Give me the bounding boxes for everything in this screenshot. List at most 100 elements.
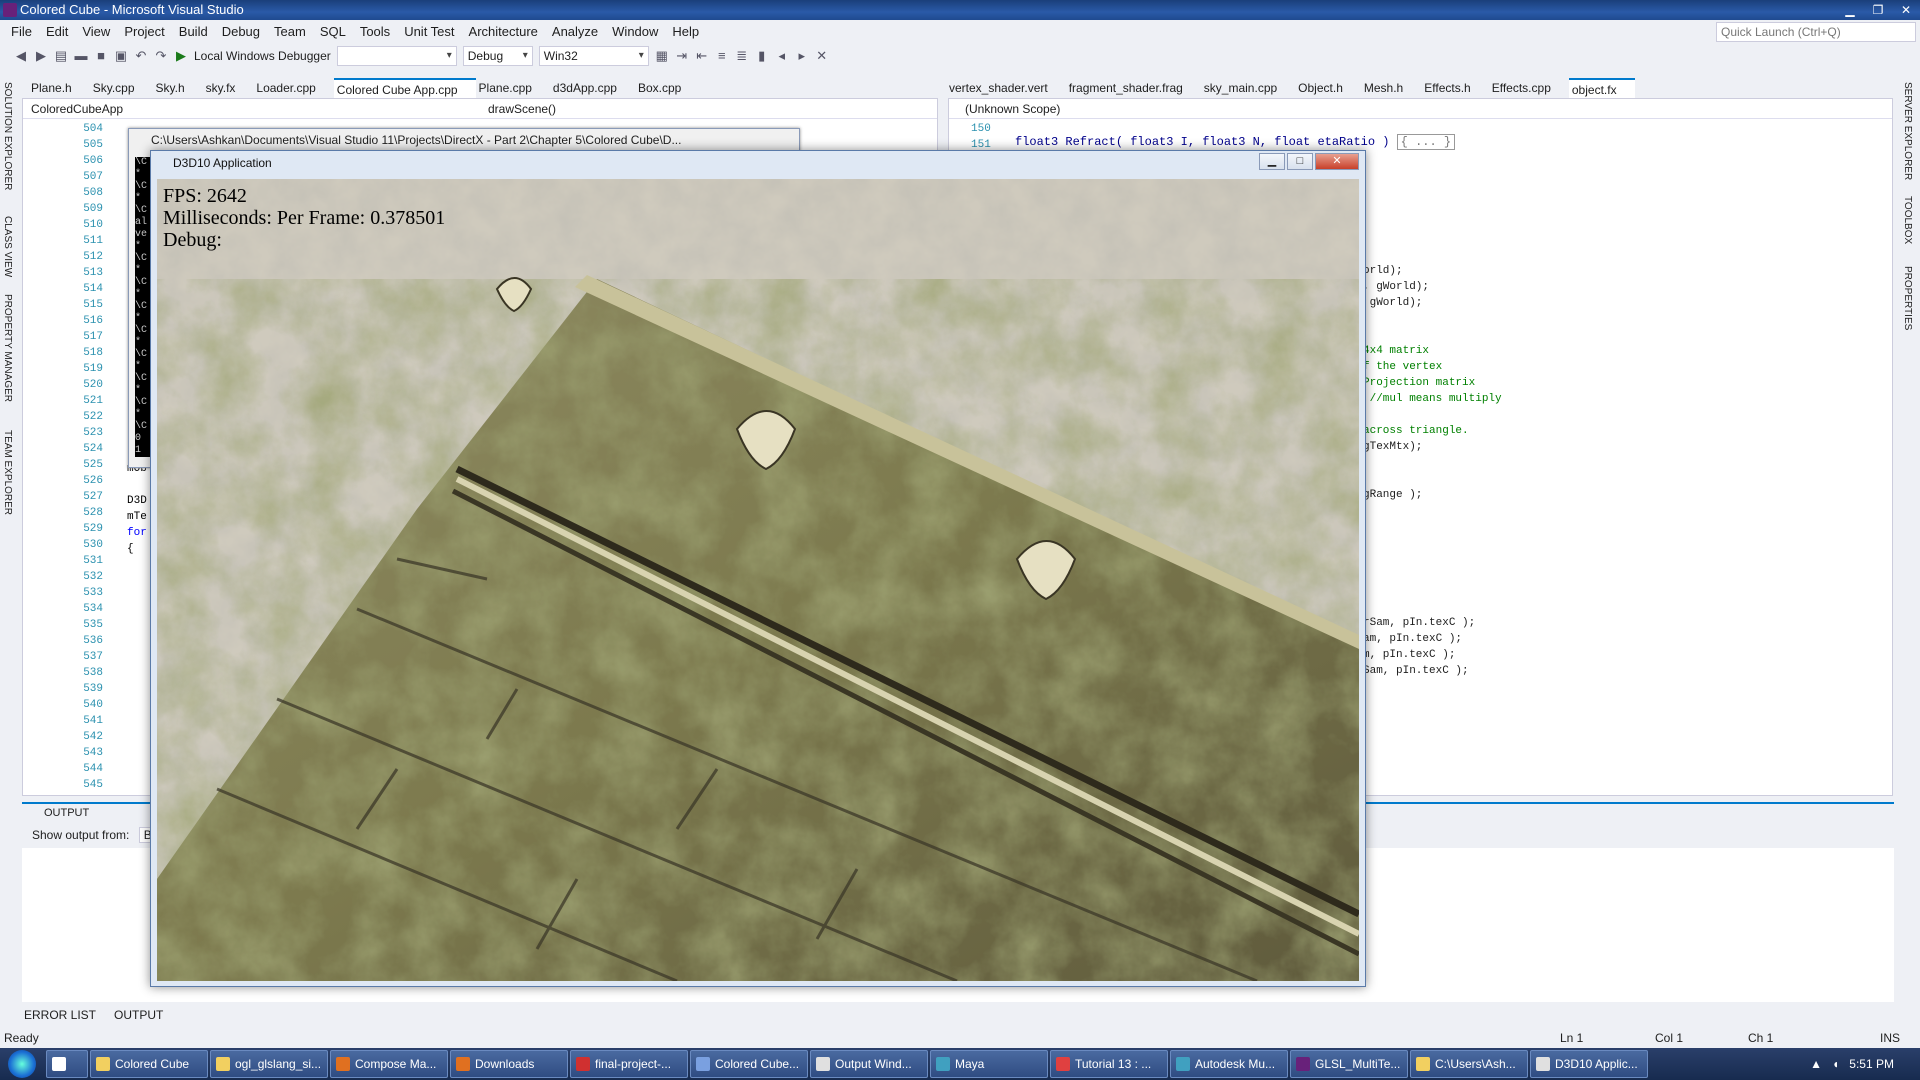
app-icon: [96, 1057, 110, 1071]
taskbar-button[interactable]: Tutorial 13 : ...: [1050, 1050, 1168, 1078]
taskbar-button[interactable]: C:\Users\Ash...: [1410, 1050, 1528, 1078]
tab-plane-cpp[interactable]: Plane.cpp: [476, 78, 550, 98]
menu-tools[interactable]: Tools: [353, 24, 397, 39]
save-all-icon[interactable]: ▣: [114, 49, 128, 63]
status-char: Ch 1: [1748, 1031, 1774, 1045]
taskbar-button[interactable]: Autodesk Mu...: [1170, 1050, 1288, 1078]
taskbar-button[interactable]: D3D10 Applic...: [1530, 1050, 1648, 1078]
volume-icon[interactable]: ◖: [1832, 1057, 1839, 1071]
prev-bookmark-icon[interactable]: ◂: [775, 49, 789, 63]
taskbar-button[interactable]: GLSL_MultiTe...: [1290, 1050, 1408, 1078]
indent-icon[interactable]: ⇥: [675, 49, 689, 63]
back-icon[interactable]: ◀: [14, 49, 28, 63]
d3d-maximize-button[interactable]: □: [1287, 153, 1313, 170]
collapsed-region[interactable]: { ... }: [1396, 134, 1456, 150]
d3d10-application-window[interactable]: D3D10 Application ▁ □ ✕ FPS: 2642 Millis…: [150, 150, 1366, 987]
forward-icon[interactable]: ▶: [34, 49, 48, 63]
clear-bookmarks-icon[interactable]: ✕: [815, 49, 829, 63]
tab-plane-h[interactable]: Plane.h: [28, 78, 90, 98]
tab-d3dapp-cpp[interactable]: d3dApp.cpp: [550, 78, 635, 98]
menu-file[interactable]: File: [4, 24, 39, 39]
team-explorer-tab[interactable]: TEAM EXPLORER: [2, 430, 13, 515]
menu-project[interactable]: Project: [117, 24, 171, 39]
properties-tab[interactable]: PROPERTIES: [1902, 266, 1913, 330]
line-number: 150: [971, 123, 991, 135]
close-button[interactable]: ✕: [1892, 0, 1920, 20]
configuration-combo[interactable]: Debug: [462, 46, 533, 66]
platform-combo[interactable]: Win32: [538, 46, 649, 66]
menu-architecture[interactable]: Architecture: [462, 24, 545, 39]
debugger-selector[interactable]: Local Windows Debugger: [194, 49, 331, 63]
comment-icon[interactable]: ≡: [715, 49, 729, 63]
tab-object-h[interactable]: Object.h: [1295, 78, 1361, 98]
tab-vertex-shader[interactable]: vertex_shader.vert: [946, 78, 1066, 98]
menu-debug[interactable]: Debug: [215, 24, 267, 39]
menu-sql[interactable]: SQL: [313, 24, 353, 39]
network-icon[interactable]: ▲: [1810, 1057, 1822, 1071]
save-icon[interactable]: ■: [94, 49, 108, 63]
d3d-close-button[interactable]: ✕: [1315, 153, 1359, 170]
new-project-icon[interactable]: ▤: [54, 49, 68, 63]
toolbox-tab[interactable]: TOOLBOX: [1902, 196, 1913, 244]
property-manager-tab[interactable]: PROPERTY MANAGER: [2, 294, 13, 402]
redo-icon[interactable]: ↷: [154, 49, 168, 63]
open-file-icon[interactable]: ▬: [74, 49, 88, 63]
tab-effects-cpp[interactable]: Effects.cpp: [1489, 78, 1569, 98]
menu-team[interactable]: Team: [267, 24, 313, 39]
start-button[interactable]: [0, 1048, 44, 1080]
taskbar-button[interactable]: Colored Cube: [90, 1050, 208, 1078]
rendered-3d-scene[interactable]: FPS: 2642 Milliseconds: Per Frame: 0.378…: [157, 179, 1359, 981]
taskbar-button[interactable]: Compose Ma...: [330, 1050, 448, 1078]
solution-explorer-tab[interactable]: SOLUTION EXPLORER: [2, 82, 13, 190]
tab-colored-cube-app-cpp[interactable]: Colored Cube App.cpp: [333, 78, 476, 98]
scope-dropdown[interactable]: (Unknown Scope): [949, 99, 1892, 119]
menu-window[interactable]: Window: [605, 24, 665, 39]
class-dropdown[interactable]: ColoredCubeApp: [23, 99, 480, 118]
menu-analyze[interactable]: Analyze: [545, 24, 605, 39]
taskbar-button[interactable]: [46, 1050, 88, 1078]
tab-sky-fx[interactable]: sky.fx: [203, 78, 254, 98]
taskbar-button[interactable]: final-project-...: [570, 1050, 688, 1078]
tab-loader-cpp[interactable]: Loader.cpp: [253, 78, 333, 98]
output-tab[interactable]: OUTPUT: [114, 1008, 163, 1022]
line-number: 535: [83, 619, 103, 631]
tab-object-fx[interactable]: object.fx: [1568, 78, 1635, 98]
uncomment-icon[interactable]: ≣: [735, 49, 749, 63]
member-dropdown[interactable]: drawScene(): [480, 99, 937, 118]
server-explorer-tab[interactable]: SERVER EXPLORER: [1902, 82, 1913, 180]
outdent-icon[interactable]: ⇤: [695, 49, 709, 63]
menu-view[interactable]: View: [75, 24, 117, 39]
menu-edit[interactable]: Edit: [39, 24, 75, 39]
restore-button[interactable]: ❐: [1864, 0, 1892, 20]
tab-mesh-h[interactable]: Mesh.h: [1361, 78, 1421, 98]
app-icon: [1176, 1057, 1190, 1071]
error-list-tab[interactable]: ERROR LIST: [24, 1008, 96, 1022]
menu-help[interactable]: Help: [665, 24, 706, 39]
taskbar-button[interactable]: Downloads: [450, 1050, 568, 1078]
tab-box-cpp[interactable]: Box.cpp: [635, 78, 699, 98]
class-view-tab[interactable]: CLASS VIEW: [2, 216, 13, 277]
next-bookmark-icon[interactable]: ▸: [795, 49, 809, 63]
menu-build[interactable]: Build: [172, 24, 215, 39]
find-in-files-icon[interactable]: ▦: [655, 49, 669, 63]
tab-sky-main-cpp[interactable]: sky_main.cpp: [1201, 78, 1295, 98]
d3d-minimize-button[interactable]: ▁: [1259, 153, 1285, 170]
taskbar-button[interactable]: Colored Cube...: [690, 1050, 808, 1078]
solution-combo[interactable]: [336, 46, 457, 66]
tab-fragment-shader[interactable]: fragment_shader.frag: [1066, 78, 1201, 98]
undo-icon[interactable]: ↶: [134, 49, 148, 63]
tab-effects-h[interactable]: Effects.h: [1421, 78, 1488, 98]
tab-sky-h[interactable]: Sky.h: [153, 78, 203, 98]
taskbar-button[interactable]: ogl_glslang_si...: [210, 1050, 328, 1078]
start-debugging-icon[interactable]: ▶: [174, 49, 188, 63]
quick-launch-input[interactable]: Quick Launch (Ctrl+Q): [1716, 22, 1916, 42]
bookmark-icon[interactable]: ▮: [755, 49, 769, 63]
taskbar-button[interactable]: Maya: [930, 1050, 1048, 1078]
tab-sky-cpp[interactable]: Sky.cpp: [90, 78, 153, 98]
clock[interactable]: 5:51 PM: [1849, 1057, 1894, 1071]
minimize-button[interactable]: ▁: [1836, 0, 1864, 20]
taskbar-button[interactable]: Output Wind...: [810, 1050, 928, 1078]
menu-unit-test[interactable]: Unit Test: [397, 24, 461, 39]
app-icon: [936, 1057, 950, 1071]
